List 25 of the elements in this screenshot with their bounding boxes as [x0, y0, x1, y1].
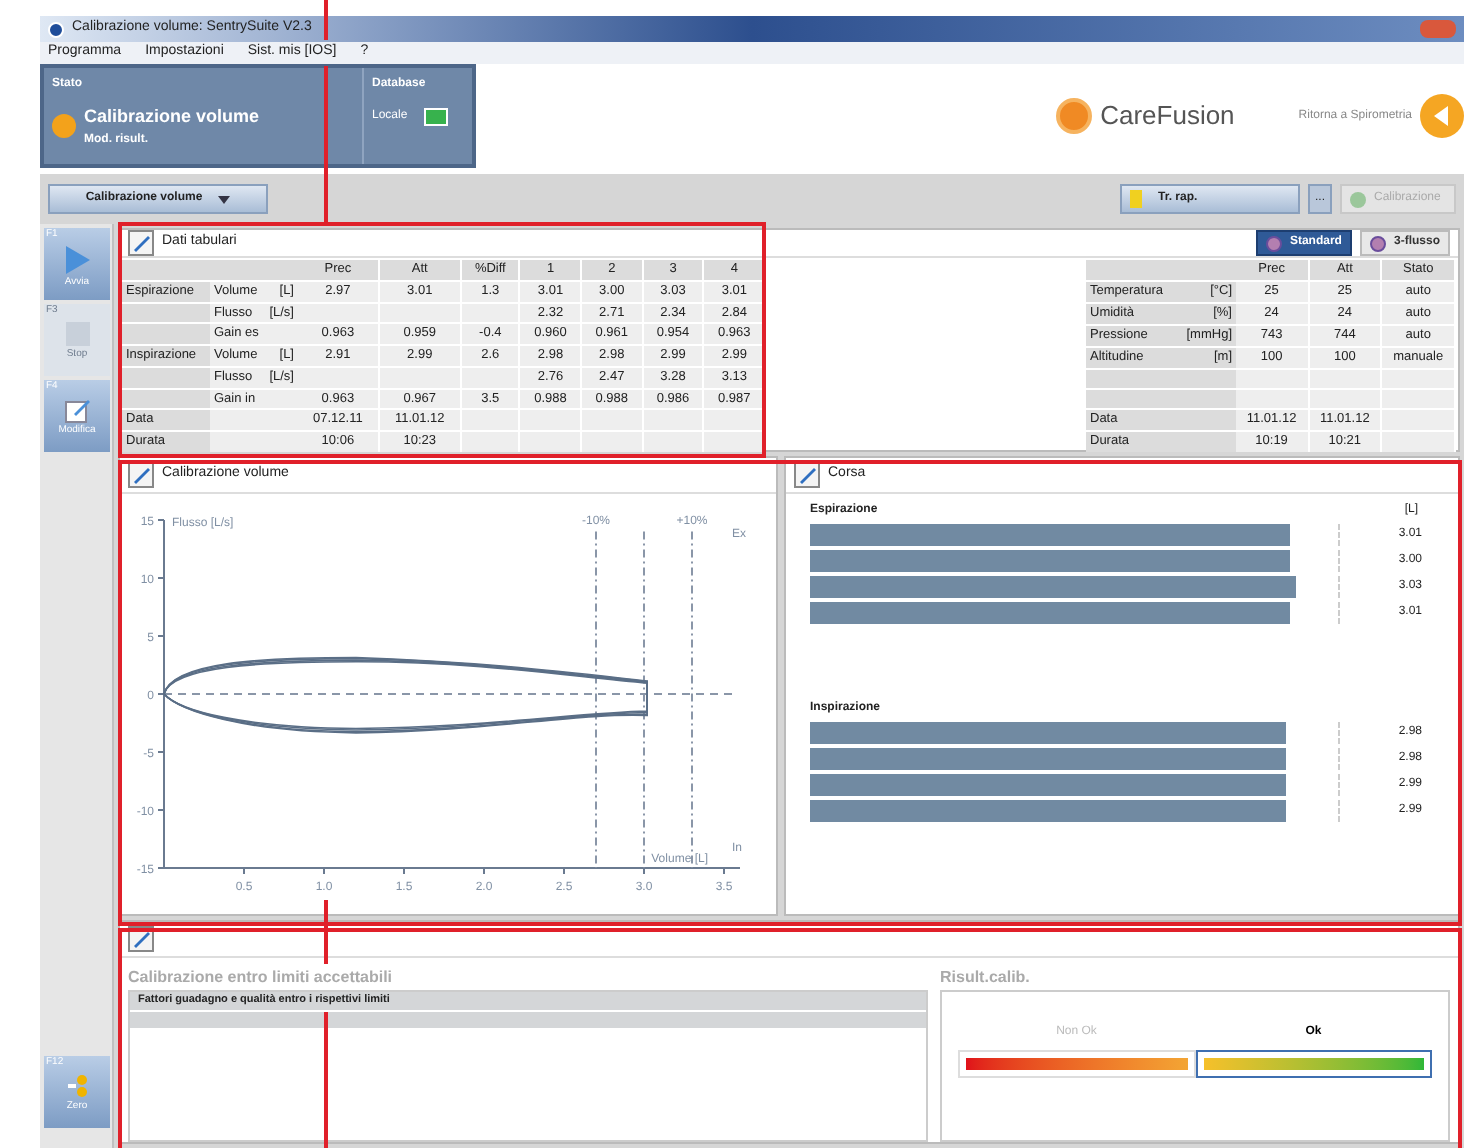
back-arrow-icon: [1434, 106, 1450, 126]
caret-icon: [218, 195, 231, 203]
annotation-line: [324, 0, 328, 40]
status-title: Calibrazione volume: [84, 104, 260, 130]
play-icon: [63, 243, 91, 275]
annotation-line: [324, 1012, 328, 1148]
row-label: [122, 323, 210, 345]
row-label: [122, 366, 210, 388]
annotation-line: [324, 900, 328, 964]
section-heading: Calibrazione entro limiti accettabili: [128, 966, 395, 990]
app-icon: [48, 21, 64, 37]
document-icon: [1130, 190, 1142, 208]
globe-icon: [1369, 235, 1386, 251]
globe-icon: [1265, 235, 1282, 251]
pencil-icon: [63, 395, 91, 423]
info-icon: [52, 114, 76, 139]
back-button[interactable]: [1420, 94, 1464, 138]
pencil-icon: [794, 462, 820, 488]
close-button[interactable]: [1420, 20, 1456, 38]
logo-icon: [1056, 98, 1093, 134]
section-heading: Risult.calib.: [940, 966, 1032, 990]
row-label: [122, 388, 210, 410]
logo-text: CareFusion: [1100, 98, 1235, 135]
row-label: [122, 302, 210, 324]
pencil-icon: [128, 462, 154, 488]
